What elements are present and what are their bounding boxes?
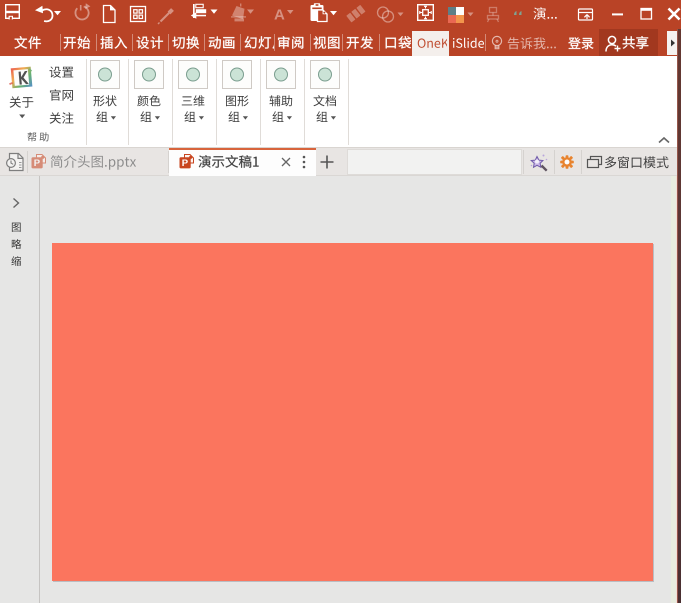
svg-text:P: P <box>34 158 41 169</box>
svg-text:A: A <box>274 7 285 24</box>
svg-text:P: P <box>182 158 189 169</box>
